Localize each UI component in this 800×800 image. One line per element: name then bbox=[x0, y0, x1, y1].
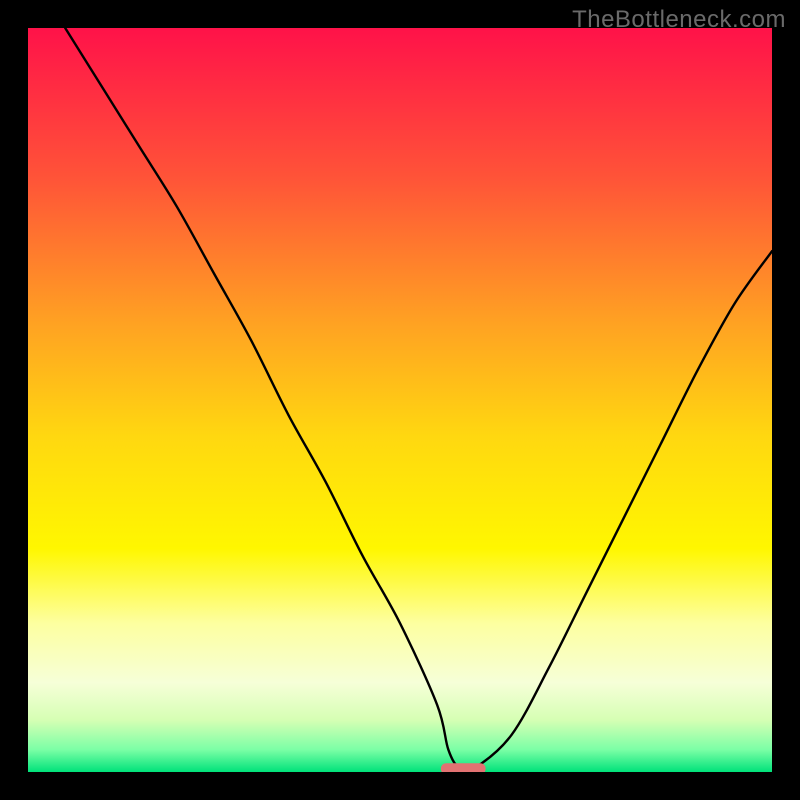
bottleneck-plot bbox=[28, 28, 772, 772]
optimal-range-marker bbox=[441, 763, 486, 772]
plot-area bbox=[28, 28, 772, 772]
chart-frame: TheBottleneck.com bbox=[0, 0, 800, 800]
gradient-background bbox=[28, 28, 772, 772]
